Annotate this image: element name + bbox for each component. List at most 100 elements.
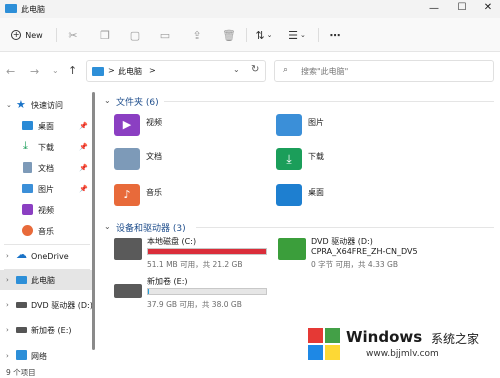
sidebar-item-desktop[interactable]: 桌面 📌 bbox=[0, 116, 94, 136]
new-button[interactable]: + New bbox=[6, 25, 48, 45]
more-options-button[interactable]: ⋯ bbox=[326, 25, 344, 45]
sidebar-item-onedrive[interactable]: › ☁ OneDrive bbox=[0, 246, 94, 266]
sidebar-item-new-volume[interactable]: › 新加卷 (E:) bbox=[0, 320, 94, 340]
section-divider bbox=[164, 101, 494, 102]
drive-free-space: 37.9 GB 可用，共 38.0 GB bbox=[147, 300, 242, 309]
sidebar-item-downloads[interactable]: ⤓ 下载 📌 bbox=[0, 137, 94, 157]
folders-section-header[interactable]: 文件夹 (6) bbox=[116, 95, 159, 108]
drive-tile-c[interactable]: 本地磁盘 (C:) 51.1 MB 可用，共 21.2 GB bbox=[114, 236, 274, 270]
folder-tile-videos[interactable]: ▶ 视频 bbox=[114, 112, 264, 140]
windows-logo-icon bbox=[308, 328, 340, 360]
search-box[interactable]: ⌕ 搜索"此电脑" bbox=[274, 60, 494, 82]
refresh-icon[interactable]: ↻ bbox=[251, 64, 259, 75]
music-folder-icon: ♪ bbox=[114, 184, 140, 206]
folder-tile-desktop[interactable]: 桌面 bbox=[276, 182, 426, 210]
chevron-down-icon[interactable]: ⌄ bbox=[104, 96, 111, 105]
chevron-right-icon: › bbox=[6, 301, 9, 309]
search-placeholder: 搜索"此电脑" bbox=[301, 67, 349, 76]
sidebar-item-label: DVD 驱动器 (D:) bbox=[31, 300, 93, 310]
drive-tile-e[interactable]: 新加卷 (E:) 37.9 GB 可用，共 38.0 GB bbox=[114, 276, 274, 310]
drive-name: 本地磁盘 (C:) bbox=[147, 237, 197, 246]
sidebar-item-label: 音乐 bbox=[38, 226, 54, 236]
sidebar-item-pictures[interactable]: 图片 📌 bbox=[0, 179, 94, 199]
folder-label: 音乐 bbox=[146, 188, 162, 197]
sidebar-item-this-pc[interactable]: › 此电脑 bbox=[0, 270, 94, 290]
sidebar-item-documents[interactable]: 文档 📌 bbox=[0, 158, 94, 178]
drive-usage-bar bbox=[147, 288, 267, 295]
drives-section-header[interactable]: 设备和驱动器 (3) bbox=[116, 221, 186, 234]
watermark-brand: Windows bbox=[346, 328, 423, 346]
chevron-right-icon: › bbox=[6, 276, 9, 284]
folder-tile-documents[interactable]: 文档 bbox=[114, 146, 264, 174]
sidebar-divider bbox=[4, 244, 90, 245]
sidebar-scrollbar[interactable] bbox=[92, 92, 95, 350]
folder-label: 视频 bbox=[146, 118, 162, 127]
sidebar-item-network[interactable]: › 网络 bbox=[0, 346, 94, 366]
picture-folder-icon bbox=[276, 114, 302, 136]
drive-name: DVD 驱动器 (D:) bbox=[311, 237, 373, 246]
content-pane: ⌄ 文件夹 (6) ▶ 视频 图片 文档 ⤓ 下载 ♪ 音乐 桌面 ⌄ 设备和驱… bbox=[98, 90, 500, 368]
sidebar-item-videos[interactable]: 视频 bbox=[0, 200, 94, 220]
folder-label: 文档 bbox=[146, 152, 162, 161]
windows-drive-icon bbox=[114, 238, 142, 260]
breadcrumb-item[interactable]: 此电脑 bbox=[118, 66, 142, 77]
video-icon bbox=[22, 204, 33, 215]
pin-icon: 📌 bbox=[79, 143, 88, 151]
folder-tile-downloads[interactable]: ⤓ 下载 bbox=[276, 146, 426, 174]
star-icon: ★ bbox=[16, 98, 26, 111]
pin-icon: 📌 bbox=[79, 122, 88, 130]
maximize-button[interactable]: ☐ bbox=[452, 2, 472, 14]
item-count: 9 个项目 bbox=[6, 368, 36, 377]
sidebar-item-dvd[interactable]: › DVD 驱动器 (D:) bbox=[0, 295, 94, 315]
view-button[interactable]: ☰ ⌄ bbox=[284, 25, 310, 45]
folder-tile-pictures[interactable]: 图片 bbox=[276, 112, 426, 140]
drive-usage-fill bbox=[148, 249, 266, 254]
picture-icon bbox=[22, 184, 33, 193]
cut-icon[interactable]: ✂ bbox=[64, 25, 82, 45]
watermark-suffix: 系统之家 bbox=[431, 332, 480, 346]
sidebar-item-music[interactable]: 音乐 bbox=[0, 221, 94, 241]
pin-icon: 📌 bbox=[79, 164, 88, 172]
toolbar-divider bbox=[56, 28, 57, 42]
chevron-down-icon[interactable]: ⌄ bbox=[104, 222, 111, 231]
sidebar-item-label: 新加卷 (E:) bbox=[31, 325, 72, 335]
back-button[interactable]: ← bbox=[6, 65, 15, 78]
plus-circle-icon: + bbox=[11, 30, 22, 40]
sidebar-item-label: 桌面 bbox=[38, 121, 54, 131]
status-bar: 9 个项目 bbox=[0, 366, 500, 378]
breadcrumb-separator: > bbox=[149, 66, 156, 75]
drive-tile-d[interactable]: DVD 驱动器 (D:) CPRA_X64FRE_ZH-CN_DV5 0 字节 … bbox=[278, 236, 478, 270]
chevron-right-icon: › bbox=[6, 352, 9, 360]
dvd-drive-icon bbox=[16, 302, 27, 308]
address-dropdown[interactable]: ⌄ bbox=[233, 65, 240, 74]
paste-icon[interactable]: ▢ bbox=[126, 25, 144, 45]
share-icon[interactable]: ⇪ bbox=[188, 25, 206, 45]
chevron-right-icon: › bbox=[6, 326, 9, 334]
minimize-button[interactable]: — bbox=[424, 3, 444, 15]
up-button[interactable]: ↑ bbox=[68, 64, 77, 77]
chevron-down-icon: ⌄ bbox=[6, 101, 12, 109]
desktop-folder-icon bbox=[276, 184, 302, 206]
address-row: ← → ⌄ ↑ > 此电脑 > ⌄ ↻ ⌕ 搜索"此电脑" bbox=[0, 53, 500, 89]
folder-label: 图片 bbox=[308, 118, 324, 127]
rename-icon[interactable]: ▭ bbox=[156, 25, 174, 45]
forward-button[interactable]: → bbox=[30, 65, 39, 78]
sort-button[interactable]: ⇅ ⌄ bbox=[252, 25, 276, 45]
delete-icon[interactable]: 🗑 bbox=[220, 25, 238, 45]
folder-tile-music[interactable]: ♪ 音乐 bbox=[114, 182, 264, 210]
address-bar[interactable]: > 此电脑 > ⌄ ↻ bbox=[86, 60, 266, 82]
toolbar-divider bbox=[246, 28, 247, 42]
drive-free-space: 51.1 MB 可用，共 21.2 GB bbox=[147, 260, 243, 269]
download-icon: ⤓ bbox=[23, 139, 28, 152]
close-button[interactable]: ✕ bbox=[478, 2, 498, 14]
video-folder-icon: ▶ bbox=[114, 114, 140, 136]
computer-icon bbox=[92, 67, 104, 76]
dvd-drive-icon bbox=[278, 238, 306, 260]
sidebar-item-quick-access[interactable]: ⌄ ★ 快速访问 bbox=[0, 95, 94, 115]
navigation-pane: ⌄ ★ 快速访问 桌面 📌 ⤓ 下载 📌 文档 📌 图片 📌 视频 音乐 › ☁… bbox=[0, 90, 94, 368]
drive-volume-label: CPRA_X64FRE_ZH-CN_DV5 bbox=[311, 247, 418, 256]
recent-dropdown[interactable]: ⌄ bbox=[52, 66, 59, 75]
copy-icon[interactable]: ❐ bbox=[96, 25, 114, 45]
document-icon bbox=[23, 162, 32, 173]
computer-icon bbox=[16, 276, 27, 284]
